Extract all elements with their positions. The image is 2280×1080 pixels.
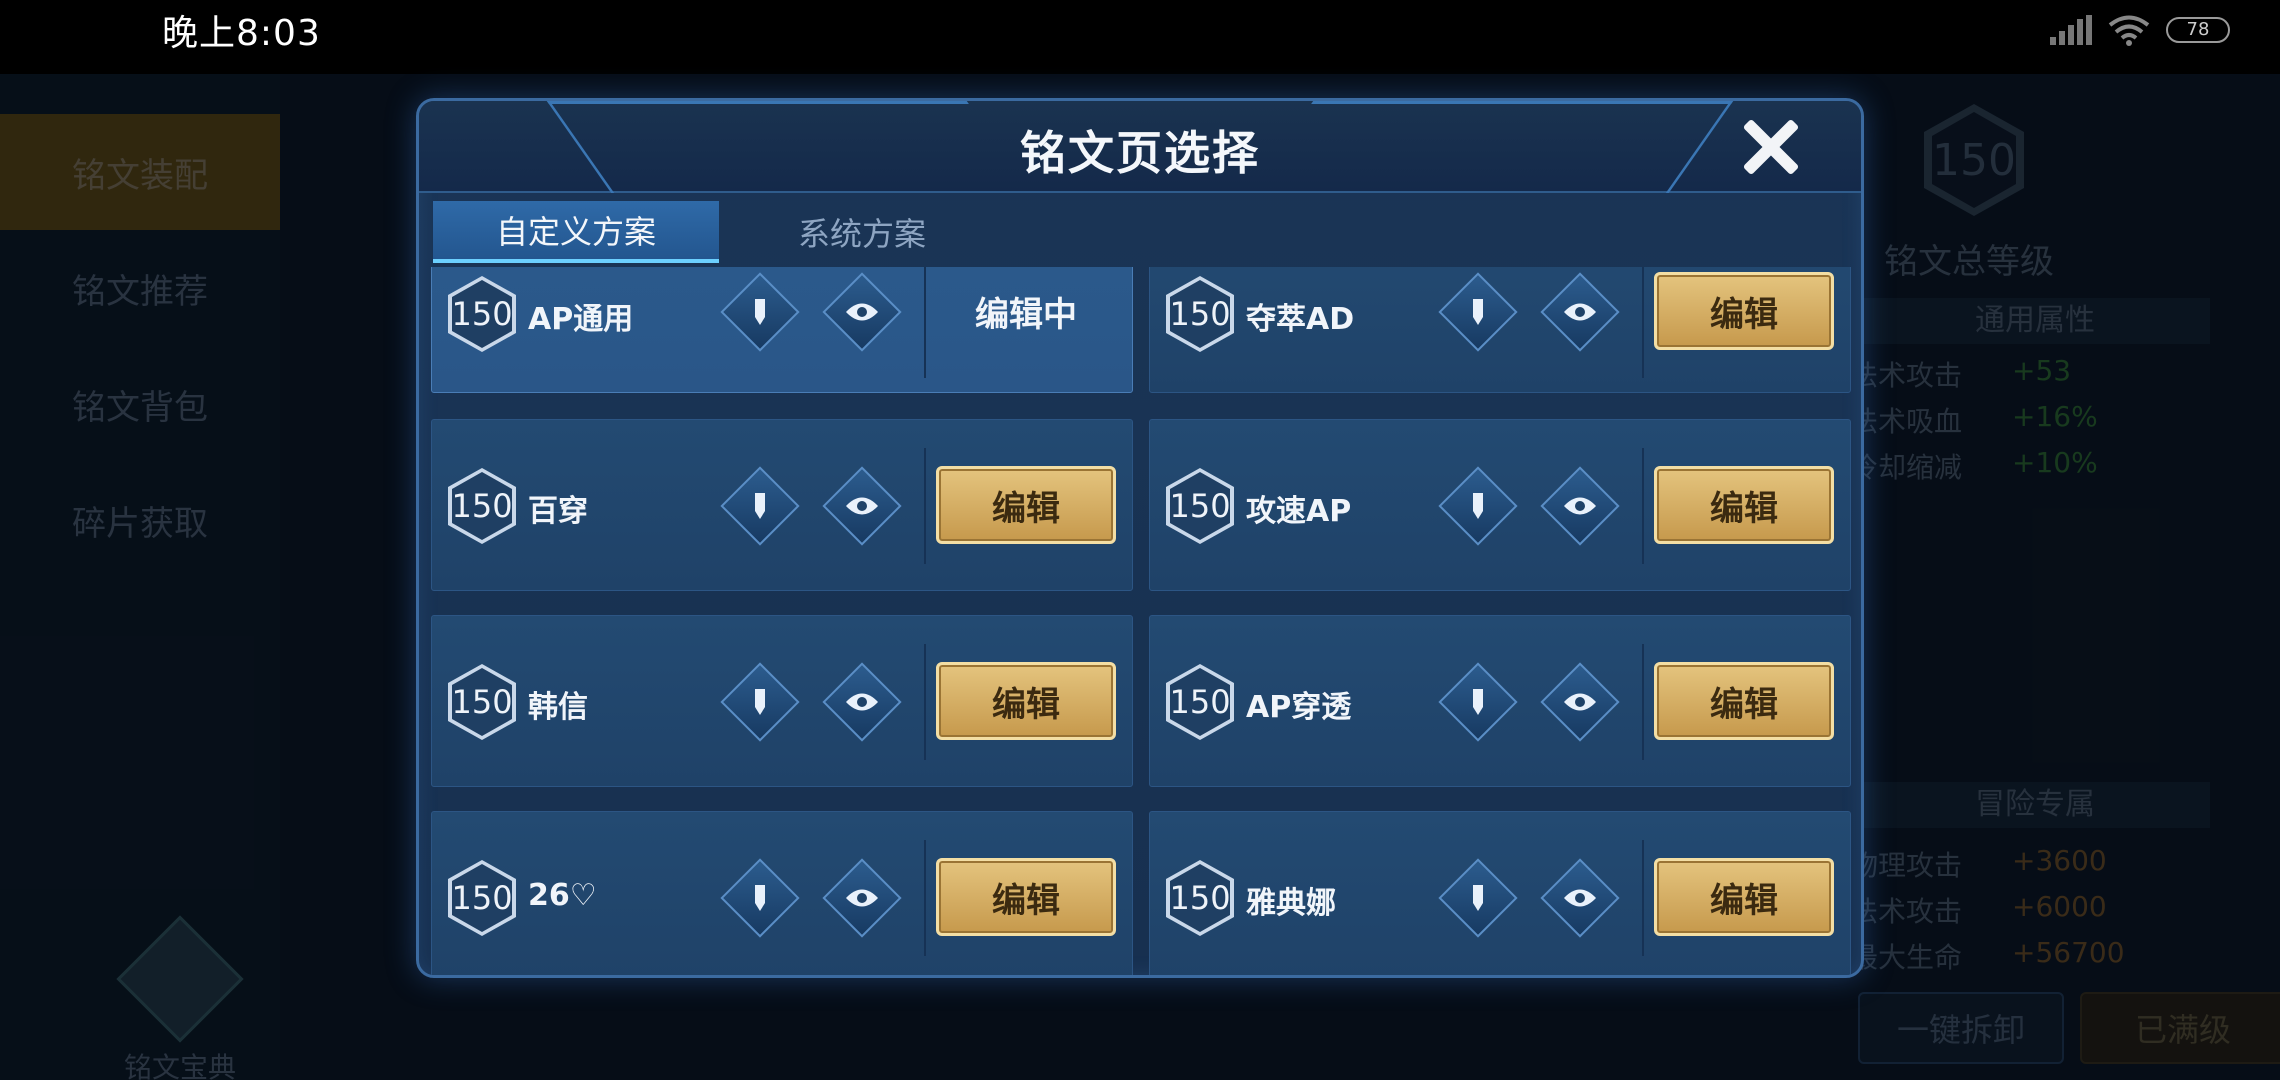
signal-icon xyxy=(2050,15,2092,45)
plan-card[interactable]: 150 26♡ 编辑 xyxy=(431,811,1133,975)
eye-icon xyxy=(1562,294,1598,330)
plan-card[interactable]: 150 韩信 编辑 xyxy=(431,615,1133,787)
wifi-icon xyxy=(2108,15,2150,46)
rename-button[interactable] xyxy=(720,662,800,742)
rename-button[interactable] xyxy=(720,272,800,352)
close-icon[interactable] xyxy=(1739,115,1803,179)
plan-name: 雅典娜 xyxy=(1246,886,1336,921)
plan-name: 韩信 xyxy=(528,690,588,725)
edit-button[interactable]: 编辑 xyxy=(1654,858,1834,936)
eye-icon xyxy=(844,294,880,330)
eye-icon xyxy=(844,684,880,720)
plan-list: 150 AP通用 编辑中 150 夺萃AD 编辑 150 百穿 编辑 150 攻… xyxy=(431,267,1851,975)
rename-button[interactable] xyxy=(720,466,800,546)
dialog-header: 铭文页选择 xyxy=(419,101,1861,193)
pencil-icon xyxy=(742,684,778,720)
eye-icon xyxy=(844,880,880,916)
pencil-icon xyxy=(1460,488,1496,524)
plan-level-badge: 150 xyxy=(1166,468,1234,544)
plan-level-badge: 150 xyxy=(448,468,516,544)
rename-button[interactable] xyxy=(1438,466,1518,546)
eye-icon xyxy=(844,488,880,524)
rename-button[interactable] xyxy=(1438,858,1518,938)
eye-icon xyxy=(1562,684,1598,720)
battery-icon: 78 xyxy=(2166,17,2230,43)
plan-card[interactable]: 150 百穿 编辑 xyxy=(431,419,1133,591)
pencil-icon xyxy=(742,294,778,330)
plan-name: 百穿 xyxy=(528,494,588,529)
dialog-title: 铭文页选择 xyxy=(1020,126,1260,180)
card-divider xyxy=(924,644,926,760)
plan-level-badge: 150 xyxy=(1166,276,1234,352)
plan-card[interactable]: 150 夺萃AD 编辑 xyxy=(1149,267,1851,393)
eye-icon xyxy=(1562,880,1598,916)
plan-card[interactable]: 150 AP通用 编辑中 xyxy=(431,267,1133,393)
eye-icon xyxy=(1562,488,1598,524)
rename-button[interactable] xyxy=(1438,272,1518,352)
preview-button[interactable] xyxy=(1540,662,1620,742)
card-divider xyxy=(924,267,926,378)
card-divider xyxy=(924,840,926,956)
card-divider xyxy=(1642,448,1644,564)
rename-button[interactable] xyxy=(1438,662,1518,742)
card-divider xyxy=(1642,840,1644,956)
plan-name: 攻速AP xyxy=(1246,494,1352,529)
preview-button[interactable] xyxy=(822,662,902,742)
plan-level-badge: 150 xyxy=(1166,664,1234,740)
preview-button[interactable] xyxy=(822,272,902,352)
preview-button[interactable] xyxy=(1540,466,1620,546)
edit-button[interactable]: 编辑 xyxy=(936,858,1116,936)
plan-card[interactable]: 150 攻速AP 编辑 xyxy=(1149,419,1851,591)
plan-name: 26♡ xyxy=(528,878,597,913)
pencil-icon xyxy=(742,488,778,524)
edit-button[interactable]: 编辑 xyxy=(1654,272,1834,350)
plan-level-badge: 150 xyxy=(448,276,516,352)
plan-name: 夺萃AD xyxy=(1246,302,1355,337)
preview-button[interactable] xyxy=(822,858,902,938)
plan-card[interactable]: 150 雅典娜 编辑 xyxy=(1149,811,1851,975)
edit-button[interactable]: 编辑 xyxy=(1654,466,1834,544)
plan-level-badge: 150 xyxy=(448,860,516,936)
tab-bar: 自定义方案 系统方案 xyxy=(433,201,1843,265)
card-divider xyxy=(924,448,926,564)
edit-button[interactable]: 编辑 xyxy=(936,466,1116,544)
preview-button[interactable] xyxy=(1540,858,1620,938)
pencil-icon xyxy=(742,880,778,916)
plan-card[interactable]: 150 AP穿透 编辑 xyxy=(1149,615,1851,787)
edit-button[interactable]: 编辑 xyxy=(936,662,1116,740)
card-divider xyxy=(1642,644,1644,760)
card-divider xyxy=(1642,267,1644,378)
pencil-icon xyxy=(1460,294,1496,330)
editing-status: 编辑中 xyxy=(975,294,1077,335)
rename-button[interactable] xyxy=(720,858,800,938)
status-icons: 78 xyxy=(2050,10,2230,50)
preview-button[interactable] xyxy=(822,466,902,546)
pencil-icon xyxy=(1460,880,1496,916)
tab-custom-plans[interactable]: 自定义方案 xyxy=(433,201,719,263)
pencil-icon xyxy=(1460,684,1496,720)
plan-name: AP通用 xyxy=(528,302,634,337)
plan-level-badge: 150 xyxy=(1166,860,1234,936)
status-time: 晚上8:03 xyxy=(162,13,321,54)
edit-button[interactable]: 编辑 xyxy=(1654,662,1834,740)
plan-level-badge: 150 xyxy=(448,664,516,740)
tab-system-plans[interactable]: 系统方案 xyxy=(719,201,1005,263)
inscription-page-dialog: 铭文页选择 自定义方案 系统方案 150 AP通用 编辑中 150 夺萃AD 编… xyxy=(416,98,1864,978)
preview-button[interactable] xyxy=(1540,272,1620,352)
status-bar: 晚上8:03 78 xyxy=(0,0,2280,74)
plan-name: AP穿透 xyxy=(1246,690,1352,725)
